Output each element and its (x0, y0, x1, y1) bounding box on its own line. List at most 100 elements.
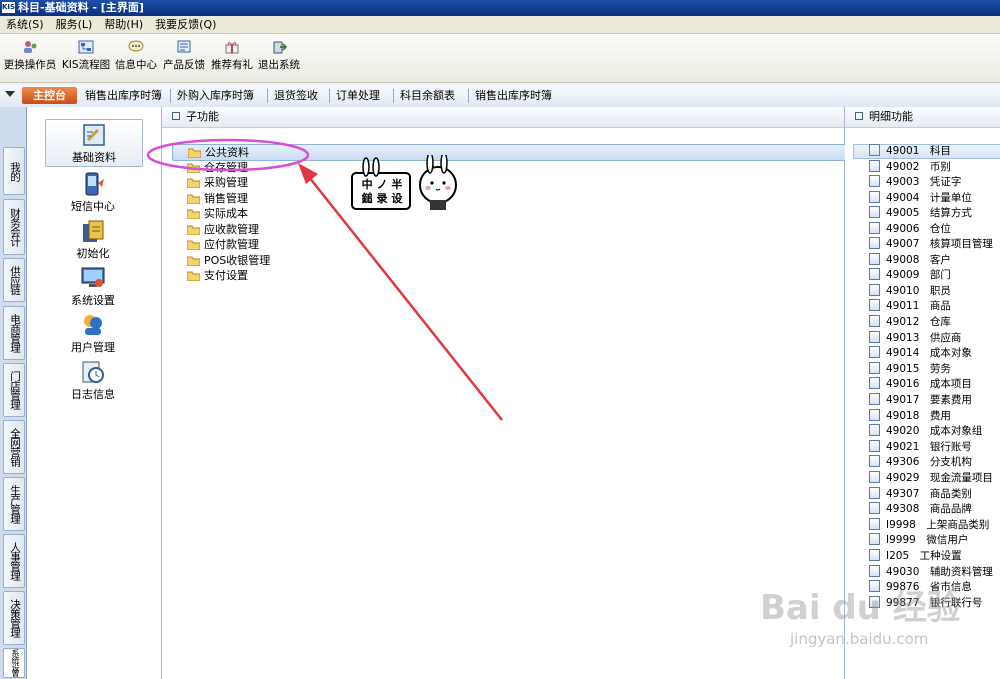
document-icon (869, 160, 880, 172)
document-icon (869, 393, 880, 405)
detail-item[interactable]: 49010 职员 (869, 284, 951, 299)
detail-item[interactable]: 49004 计量单位 (869, 191, 972, 206)
vtab-ecommerce[interactable]: 电商管理 (3, 306, 25, 360)
folder-inventory[interactable]: 仓存管理 (186, 160, 248, 175)
tab-purchase-inbound[interactable]: 外购入库序时簿 (170, 89, 254, 103)
menu-system[interactable]: 系统(S) (0, 16, 50, 33)
detail-item[interactable]: 49011 商品 (869, 299, 951, 314)
vtab-network-marketing[interactable]: 全网营销 (3, 420, 25, 474)
vtab-hr[interactable]: 人事管理 (3, 534, 25, 588)
document-icon (869, 346, 880, 358)
detail-item[interactable]: 49030 辅助资料管理 (869, 565, 993, 580)
tab-menu-chevron-down-icon[interactable] (5, 91, 15, 97)
flowchart-icon (78, 40, 94, 54)
detail-item-label: I9998 上架商品类别 (886, 519, 990, 531)
detail-item[interactable]: 49006 仓位 (869, 222, 951, 237)
document-icon (869, 299, 880, 311)
header-bullet-icon (172, 112, 180, 120)
nav-log-info[interactable]: 日志信息 (45, 357, 141, 403)
detail-item[interactable]: 49020 成本对象组 (869, 424, 982, 439)
exit-system-button[interactable]: 退出系统 (257, 38, 301, 76)
detail-item[interactable]: 49017 要素费用 (869, 393, 972, 408)
product-feedback-button[interactable]: 产品反馈 (161, 38, 207, 76)
tab-order-processing[interactable]: 订单处理 (329, 89, 380, 103)
vtab-supply-chain[interactable]: 供应链 (3, 258, 25, 302)
detail-item[interactable]: 49029 现金流量项目 (869, 471, 993, 486)
folder-actual-cost[interactable]: 实际成本 (186, 206, 248, 221)
menu-service[interactable]: 服务(L) (50, 16, 99, 33)
detail-item-label: 49013 供应商 (886, 332, 962, 344)
folder-payables[interactable]: 应付款管理 (186, 237, 259, 252)
document-icon (869, 284, 880, 296)
folder-receivables[interactable]: 应收款管理 (186, 222, 259, 237)
change-operator-button[interactable]: 更换操作员 (3, 38, 57, 76)
detail-item[interactable]: 49005 结算方式 (869, 206, 972, 221)
vtab-my-kis[interactable]: 我的KIS (3, 147, 25, 195)
detail-item-label: 49001 科目 (886, 145, 951, 157)
vtab-decision[interactable]: 决策管理 (3, 591, 25, 645)
detail-item[interactable]: 49009 部门 (869, 268, 951, 283)
detail-item-label: 49306 分支机构 (886, 456, 972, 468)
toolbar: 更换操作员 KIS流程图 信息中心 产品反馈 推荐有礼 退出系统 (0, 34, 1000, 83)
detail-item[interactable]: 49018 费用 (869, 409, 951, 424)
detail-item[interactable]: 49014 成本对象 (869, 346, 972, 361)
vtab-store-management[interactable]: 门店管理 (3, 363, 25, 417)
nav-sms-center[interactable]: 短信中心 (45, 169, 141, 215)
detail-function-header: 明细功能 (845, 107, 1000, 128)
menu-bar: 系统(S) 服务(L) 帮助(H) 我要反馈(Q) (0, 16, 1000, 34)
detail-item-label: 49030 辅助资料管理 (886, 566, 993, 578)
folder-sales[interactable]: 销售管理 (186, 191, 248, 206)
vtab-finance[interactable]: 财务会计 (3, 199, 25, 255)
sub-function-panel: 子功能 公共资料 仓存管理 采购管理 销售管理 实际成本 应收款管理 应付款管理… (162, 107, 853, 679)
nav-user-management[interactable]: 用户管理 (45, 310, 141, 356)
folder-payment-settings[interactable]: 支付设置 (186, 268, 248, 283)
folder-icon (186, 177, 201, 192)
detail-item[interactable]: I205 工种设置 (869, 549, 962, 564)
detail-item[interactable]: 49308 商品品牌 (869, 502, 972, 517)
recommend-gift-button[interactable]: 推荐有礼 (210, 38, 254, 76)
document-icon (869, 331, 880, 343)
folder-pos[interactable]: POS收银管理 (186, 253, 270, 268)
detail-item-label: 49007 核算项目管理 (886, 238, 993, 250)
detail-item[interactable]: 49003 凭证字 (869, 175, 961, 190)
document-icon (869, 222, 880, 234)
detail-item-label: 49002 币别 (886, 161, 951, 173)
vtab-production[interactable]: 生产管理 (3, 477, 25, 531)
detail-item[interactable]: 49015 劳务 (869, 362, 951, 377)
folder-public-data[interactable]: 公共资料 (172, 144, 853, 161)
detail-item[interactable]: I9999 微信用户 (869, 533, 968, 548)
detail-item[interactable]: 49021 银行账号 (869, 440, 972, 455)
menu-feedback[interactable]: 我要反馈(Q) (149, 16, 222, 33)
detail-item-label: 49010 职员 (886, 285, 951, 297)
message-center-button[interactable]: 信息中心 (114, 38, 158, 76)
detail-item[interactable]: 49001 科目 (869, 144, 951, 159)
detail-item[interactable]: 49002 币别 (869, 160, 951, 175)
nav-basic-data[interactable]: 基础资料 (45, 119, 143, 167)
kis-flowchart-button[interactable]: KIS流程图 (61, 38, 111, 76)
nav-system-settings[interactable]: 系统设置 (45, 263, 141, 309)
detail-item[interactable]: 49016 成本项目 (869, 377, 972, 392)
detail-item[interactable]: I9998 上架商品类别 (869, 518, 989, 533)
detail-item[interactable]: 49012 仓库 (869, 315, 951, 330)
detail-item[interactable]: 49013 供应商 (869, 331, 961, 346)
detail-item[interactable]: 49307 商品类别 (869, 487, 972, 502)
tab-account-balance[interactable]: 科目余额表 (393, 89, 455, 103)
tab-return-sign[interactable]: 退货签收 (267, 89, 318, 103)
detail-item[interactable]: 49007 核算项目管理 (869, 237, 993, 252)
menu-help[interactable]: 帮助(H) (98, 16, 149, 33)
nav-initialize[interactable]: 初始化 (45, 216, 141, 262)
document-icon (869, 409, 880, 421)
document-icon (869, 237, 880, 249)
detail-item-label: I9999 微信用户 (886, 534, 969, 546)
tab-home[interactable]: 主控台 (22, 87, 77, 104)
bunny-sticker: 中 ノ 半 鎚 录 设 (350, 152, 460, 215)
vtab-system-settings[interactable]: 系统设置 (3, 648, 25, 678)
detail-item[interactable]: 49008 客户 (869, 253, 951, 268)
tab-sales-outbound-2[interactable]: 销售出库序时簿 (468, 89, 552, 103)
document-icon (869, 191, 880, 203)
document-icon (869, 424, 880, 436)
detail-item[interactable]: 49306 分支机构 (869, 455, 972, 470)
folder-purchase[interactable]: 采购管理 (186, 175, 248, 192)
tab-sales-outbound[interactable]: 销售出库序时簿 (79, 89, 162, 103)
document-icon (869, 206, 880, 218)
